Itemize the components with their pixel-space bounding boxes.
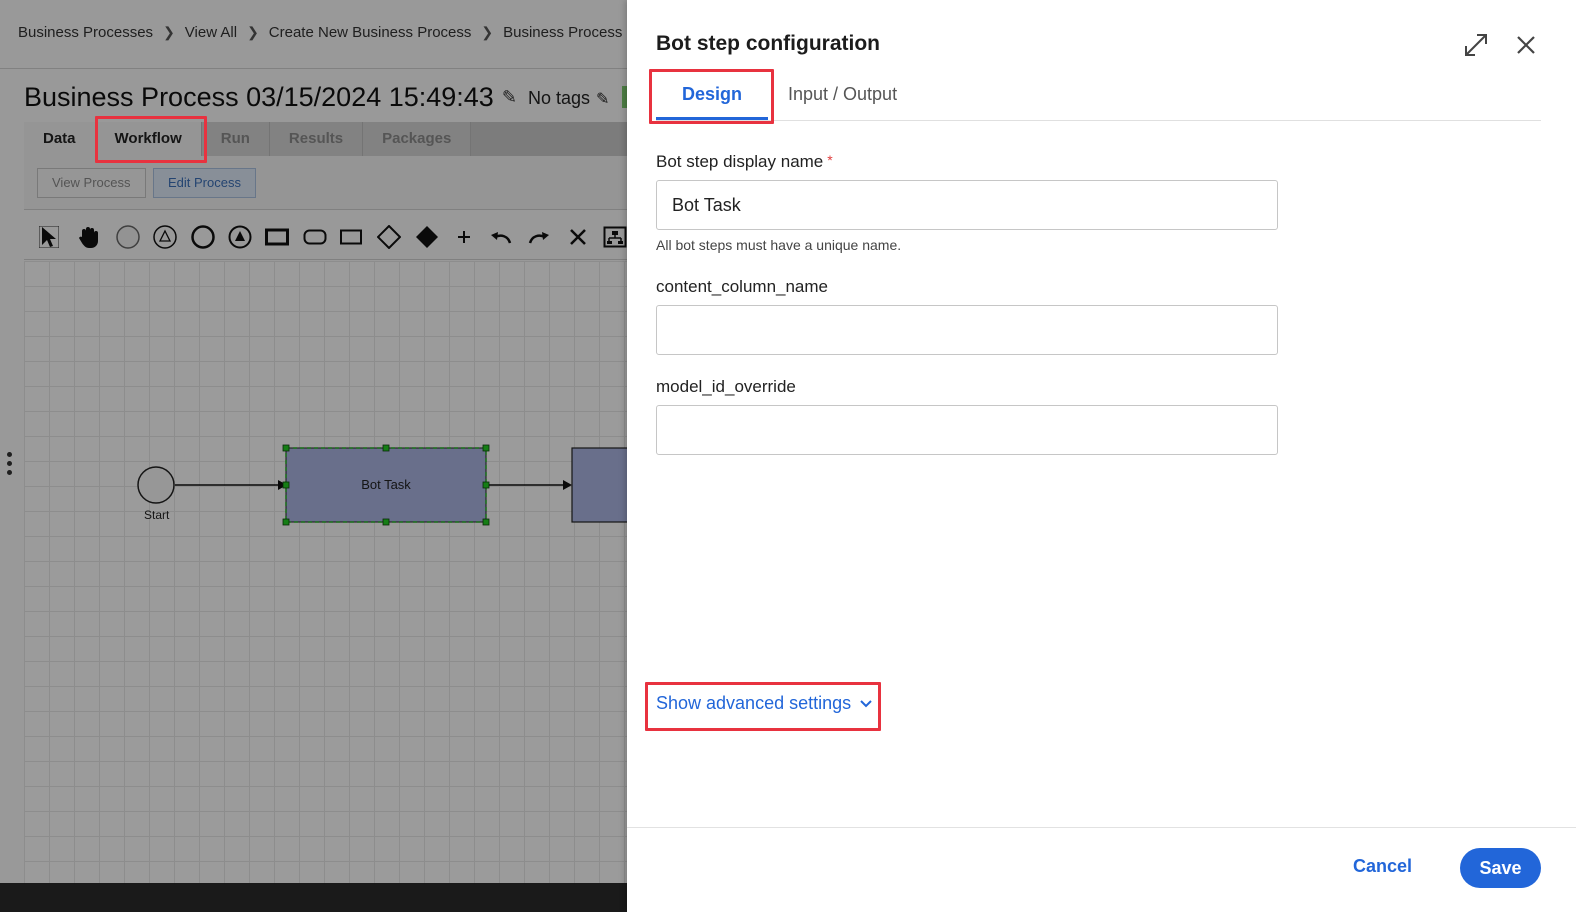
panel-title: Bot step configuration (656, 32, 880, 55)
panel-tabs: Design Input / Output (656, 70, 1541, 121)
footer-divider (627, 827, 1576, 828)
content-column-label: content_column_name (656, 277, 829, 296)
save-button[interactable]: Save (1460, 848, 1541, 888)
modal-backdrop[interactable] (0, 0, 627, 912)
model-id-label: model_id_override (656, 377, 796, 396)
model-id-input[interactable] (656, 405, 1278, 455)
background-app: Business Processes ❯ View All ❯ Create N… (0, 0, 627, 912)
close-icon[interactable] (1511, 30, 1541, 60)
display-name-label: Bot step display name * (656, 152, 833, 172)
expand-icon[interactable] (1461, 30, 1491, 60)
bot-step-config-panel: Bot step configuration Design Input / Ou… (627, 0, 1576, 912)
show-advanced-settings-link[interactable]: Show advanced settings (656, 693, 873, 714)
chevron-down-icon (859, 699, 873, 709)
display-name-helper: All bot steps must have a unique name. (656, 237, 902, 253)
cancel-button[interactable]: Cancel (1353, 856, 1412, 877)
display-name-label-text: Bot step display name (656, 152, 824, 171)
tab-design[interactable]: Design (656, 82, 768, 120)
content-column-input[interactable] (656, 305, 1278, 355)
required-marker: * (827, 152, 833, 168)
tab-input-output[interactable]: Input / Output (788, 82, 897, 120)
show-advanced-settings-label: Show advanced settings (656, 693, 852, 713)
display-name-input[interactable] (656, 180, 1278, 230)
